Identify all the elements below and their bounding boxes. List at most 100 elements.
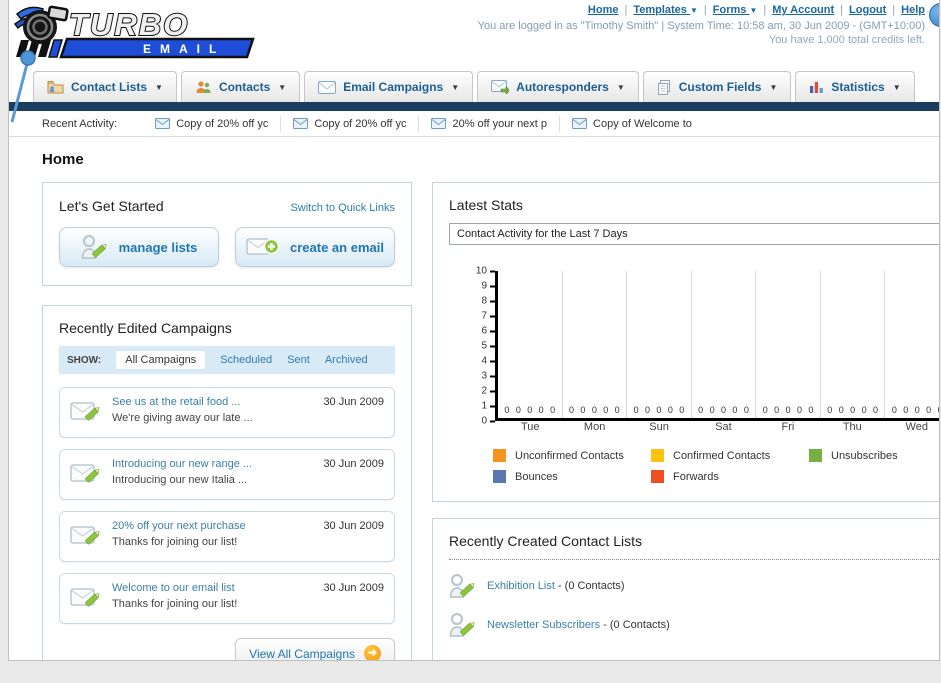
legend-label: Bounces — [515, 470, 558, 483]
small-envelope-icon — [155, 118, 171, 129]
recent-activity-item-label: Copy of 20% off yc — [314, 117, 407, 130]
person-pencil-icon — [449, 612, 477, 638]
chevron-down-icon: ▼ — [769, 82, 778, 92]
campaign-filters: All Campaigns Scheduled Sent Archived — [116, 351, 368, 369]
recent-activity-item[interactable]: 20% off your next p — [419, 115, 561, 132]
tab-statistics[interactable]: Statistics ▼ — [795, 71, 915, 102]
nav-link-logout[interactable]: Logout — [849, 4, 886, 16]
envelope-plus-icon — [246, 235, 280, 259]
manage-lists-button[interactable]: manage lists — [59, 227, 219, 267]
tab-contact-lists[interactable]: Contact Lists ▼ — [33, 71, 177, 102]
bar-value-label: 0 — [785, 405, 791, 415]
credits-info: You have 1,000 total credits left. — [768, 34, 925, 46]
nav-link-forms[interactable]: Forms ▼ — [713, 4, 758, 16]
chevron-down-icon: ▼ — [749, 6, 758, 15]
recent-activity-item-label: 20% off your next p — [452, 117, 548, 130]
recent-activity-item-label: Copy of Welcome to — [593, 117, 692, 130]
recent-activity-item[interactable]: Copy of 20% off yc — [281, 115, 420, 132]
corner-bubble-icon[interactable] — [929, 3, 939, 27]
nav-link-my-account[interactable]: My Account — [772, 4, 834, 16]
bar-value-label: 0 — [903, 405, 909, 415]
campaign-date: 30 Jun 2009 — [323, 520, 384, 532]
bar-value-label: 0 — [891, 405, 897, 415]
view-all-campaigns-label: View All Campaigns — [249, 646, 355, 661]
filter-archived[interactable]: Archived — [325, 354, 368, 366]
bar-value-label: 0 — [838, 405, 844, 415]
chevron-down-icon: ▼ — [616, 82, 625, 92]
stats-period-select[interactable]: Contact Activity for the Last 7 Days ▼ — [449, 223, 939, 245]
campaign-subtitle: Thanks for joining our list! — [112, 536, 238, 548]
tab-email-campaigns[interactable]: Email Campaigns ▼ — [304, 71, 474, 102]
nav-link-help[interactable]: Help — [901, 4, 925, 16]
chart-x-axis: Tue Mon Sun Sat Fri Thu Wed — [498, 421, 939, 433]
nav-link-templates[interactable]: Templates ▼ — [633, 4, 698, 16]
contacts-icon — [195, 80, 212, 94]
campaign-title-link[interactable]: See us at the retail food ... — [112, 396, 313, 408]
tab-autoresponders[interactable]: Autoresponders ▼ — [477, 71, 639, 102]
bar-value-label: 0 — [633, 405, 639, 415]
bar-value-label: 0 — [720, 405, 726, 415]
chart-group-sun: 00000 — [627, 271, 692, 418]
switch-quick-links-link[interactable]: Switch to Quick Links — [290, 202, 395, 214]
nav-link-home[interactable]: Home — [588, 4, 619, 16]
small-envelope-icon — [572, 118, 588, 129]
page-title: Home — [42, 151, 84, 168]
recent-activity-item[interactable]: Copy of 20% off yc — [143, 115, 282, 132]
chart-group-mon: 00000 — [563, 271, 628, 418]
create-an-email-button[interactable]: create an email — [235, 227, 395, 267]
campaign-card[interactable]: Introducing our new range ... Introducin… — [59, 449, 395, 500]
filter-scheduled[interactable]: Scheduled — [220, 354, 272, 366]
campaign-filter-bar: SHOW: All Campaigns Scheduled Sent Archived — [59, 346, 395, 374]
bar-value-label: 0 — [614, 405, 620, 415]
contact-list-items: Exhibition List - (0 Contacts) Newslette… — [449, 573, 939, 638]
contact-list-item[interactable]: Newsletter Subscribers - (0 Contacts) — [449, 612, 939, 638]
main-nav-tabs: Contact Lists ▼ Contacts ▼ Email Campaig… — [9, 62, 939, 102]
contact-list-item[interactable]: Exhibition List - (0 Contacts) — [449, 573, 939, 599]
bar-value-label: 0 — [679, 405, 685, 415]
bar-value-label: 0 — [504, 405, 510, 415]
bar-value-label: 0 — [926, 405, 932, 415]
tab-label: Email Campaigns — [343, 80, 444, 94]
y-axis-label: 9 — [481, 281, 495, 292]
recent-activity-item[interactable]: Copy of Welcome to — [560, 116, 704, 132]
y-axis-label: 6 — [481, 326, 495, 337]
y-axis-label: 8 — [481, 296, 495, 307]
y-axis-label: 1 — [481, 401, 495, 412]
chevron-down-icon: ▼ — [155, 82, 163, 92]
bar-value-label: 0 — [872, 405, 878, 415]
tab-label: Contact Lists — [71, 80, 148, 94]
bar-value-label: 0 — [568, 405, 574, 415]
campaign-title-link[interactable]: Welcome to our email list — [112, 582, 313, 594]
legend-label: Unconfirmed Contacts — [515, 449, 624, 462]
filter-sent[interactable]: Sent — [287, 354, 310, 366]
contact-list-name-link[interactable]: Exhibition List — [487, 580, 555, 592]
recent-activity-item-label: Copy of 20% off yc — [176, 117, 269, 130]
legend-label: Unsubscribes — [831, 449, 898, 462]
get-started-buttons: manage lists create an email — [59, 227, 395, 267]
campaign-subtitle: Introducing our new Italia ... — [112, 474, 248, 486]
header: TURBO EMAIL Home | Templates ▼ | Forms ▼ | My … — [9, 0, 939, 62]
legend-swatch — [651, 470, 664, 483]
x-axis-label: Sat — [715, 421, 732, 433]
contact-list-name-link[interactable]: Newsletter Subscribers — [487, 619, 600, 631]
campaign-card[interactable]: 20% off your next purchase Thanks for jo… — [59, 511, 395, 562]
view-all-campaigns-button[interactable]: View All Campaigns ➜ — [235, 638, 395, 661]
tab-custom-fields[interactable]: Custom Fields ▼ — [642, 71, 792, 102]
bar-value-label: 0 — [591, 405, 597, 415]
campaign-title-link[interactable]: Introducing our new range ... — [112, 458, 313, 470]
app-window: TURBO EMAIL Home | Templates ▼ | Forms ▼ | My … — [8, 0, 940, 661]
campaign-card[interactable]: Welcome to our email list Thanks for joi… — [59, 573, 395, 624]
tab-label: Custom Fields — [678, 80, 762, 94]
campaign-title-link[interactable]: 20% off your next purchase — [112, 520, 313, 532]
person-pencil-icon — [81, 234, 109, 260]
tab-contacts[interactable]: Contacts ▼ — [180, 71, 301, 102]
logo-title-text: TURBO — [69, 7, 189, 42]
filter-all-campaigns[interactable]: All Campaigns — [116, 351, 206, 369]
tab-label: Statistics — [831, 80, 885, 94]
campaign-card[interactable]: See us at the retail food ... We're givi… — [59, 387, 395, 438]
statistics-icon — [809, 80, 824, 94]
autoresponder-icon — [491, 80, 510, 94]
custom-fields-icon — [657, 79, 672, 95]
envelope-pencil-icon — [70, 520, 102, 553]
bar-value-label: 0 — [644, 405, 650, 415]
